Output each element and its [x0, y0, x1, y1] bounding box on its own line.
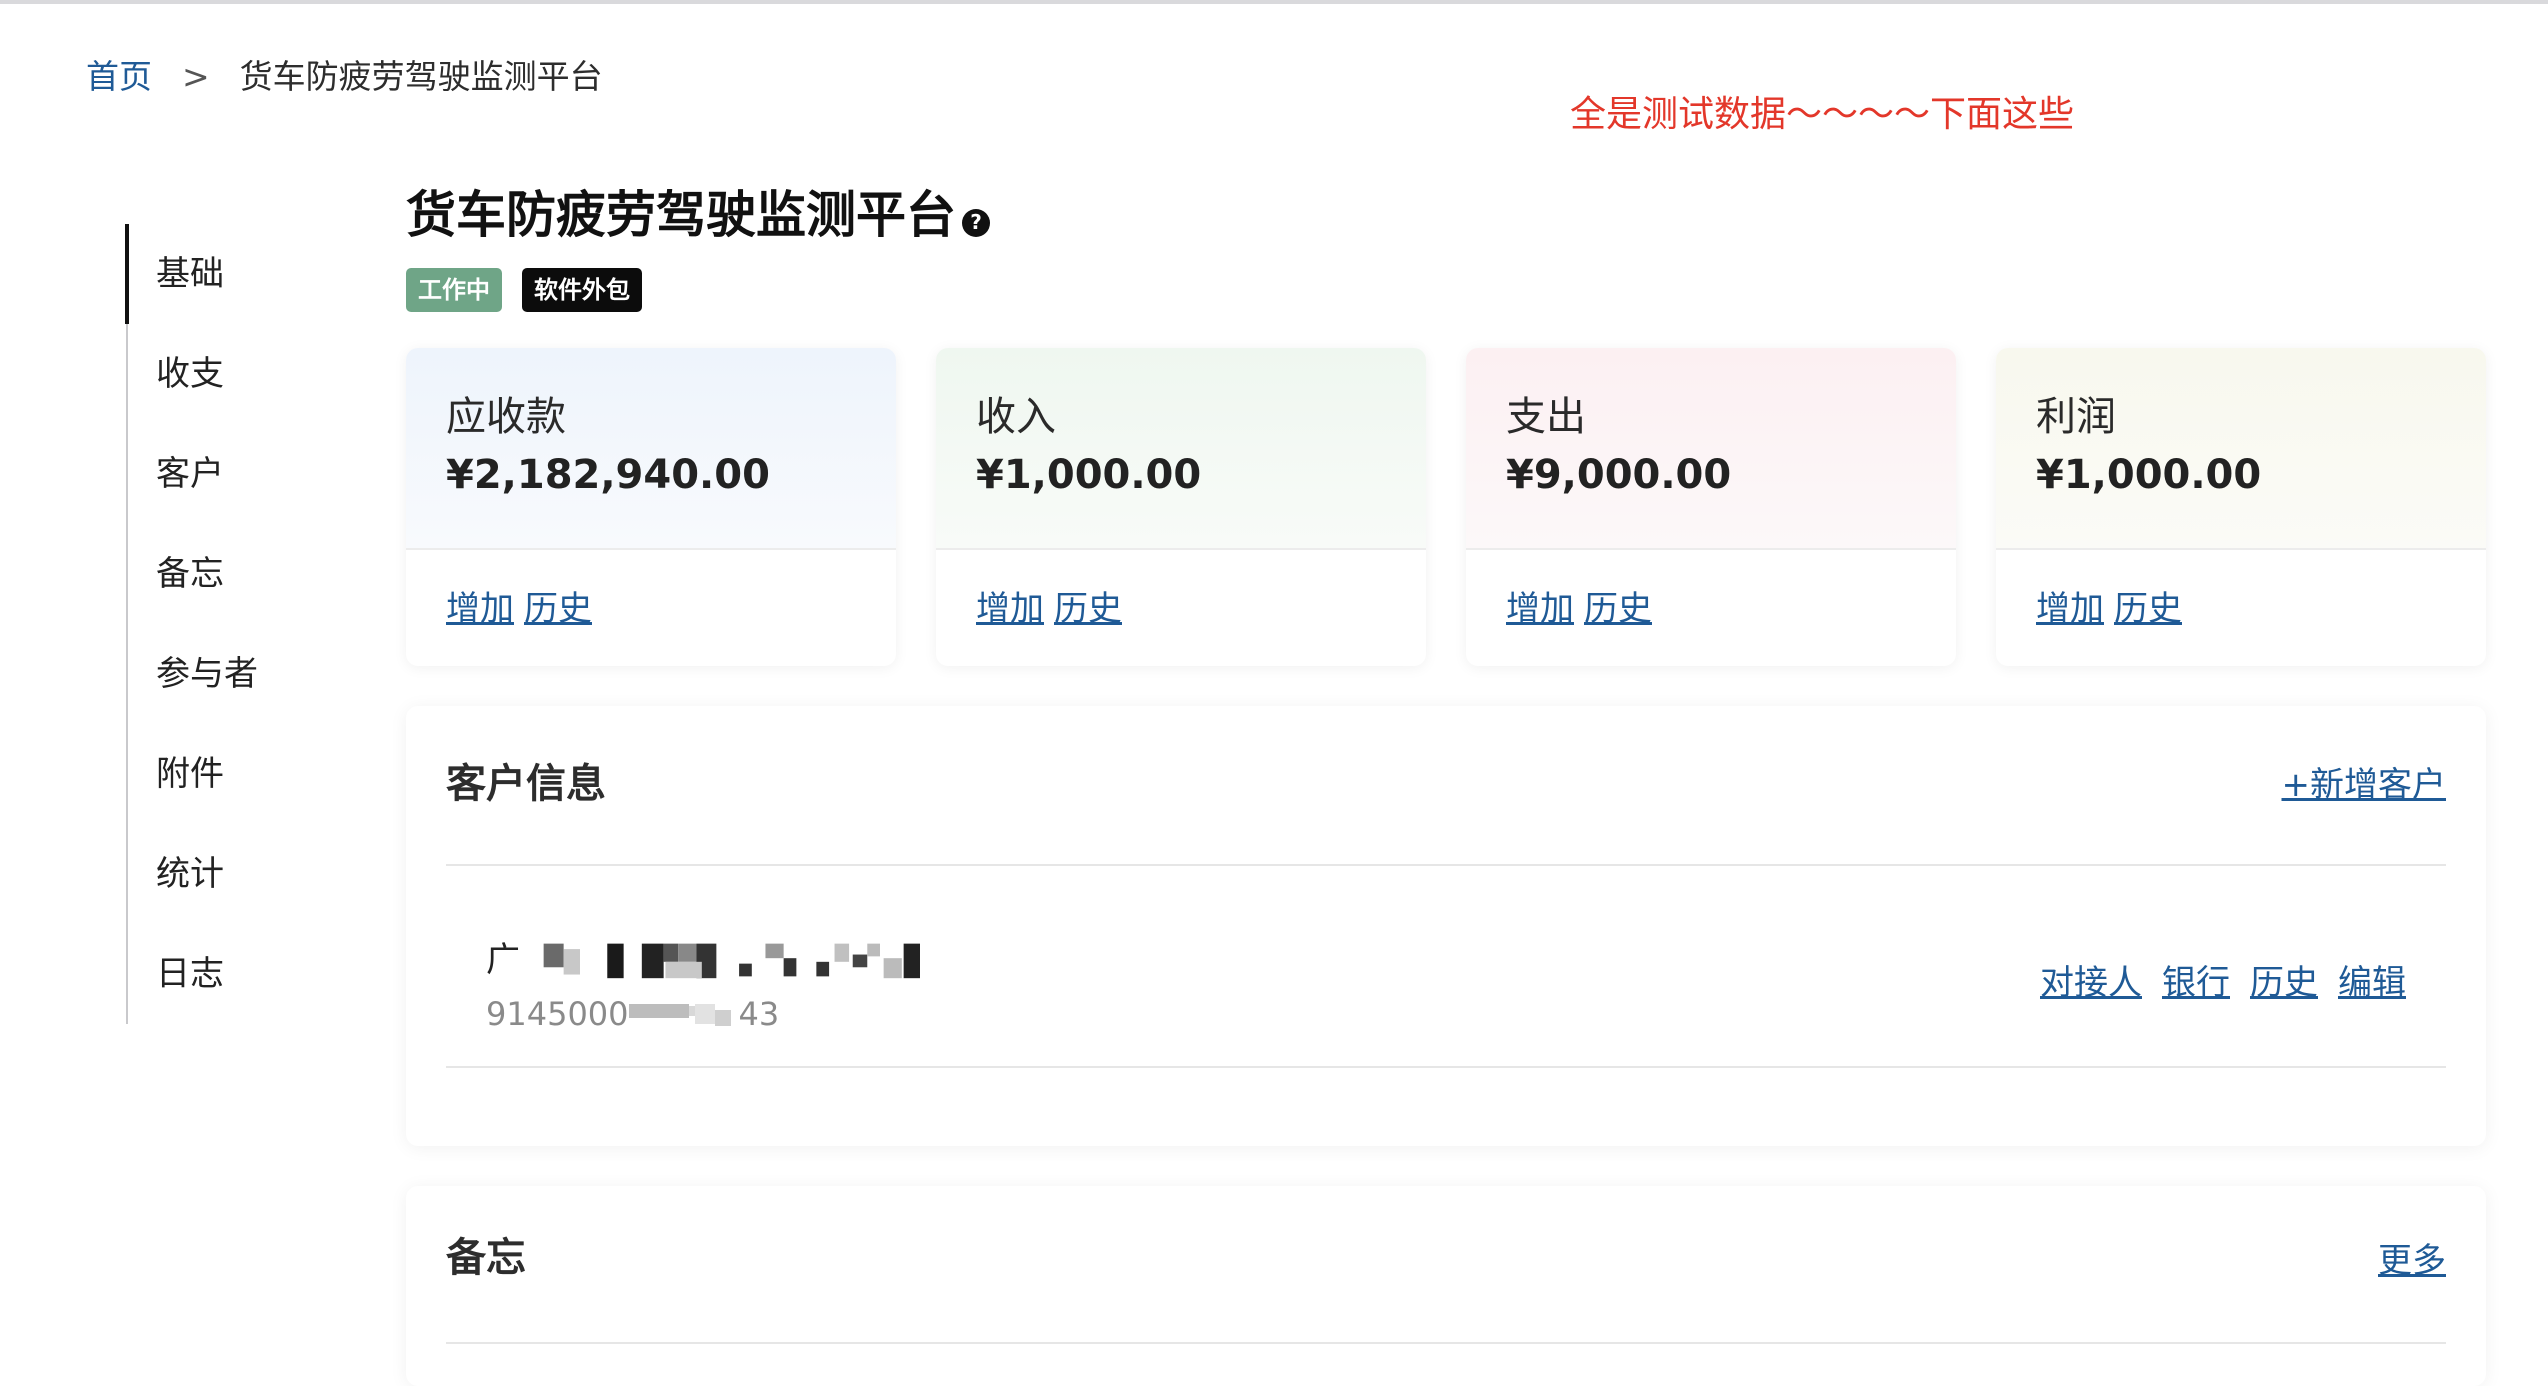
category-badge: 软件外包	[522, 268, 642, 312]
add-expense-link[interactable]: 增加	[1506, 586, 1574, 632]
active-indicator	[125, 224, 129, 324]
nav-item-participants[interactable]: 参与者	[156, 650, 258, 698]
card-actions: 增加 历史	[1466, 550, 1956, 632]
breadcrumb-home-link[interactable]: 首页	[86, 54, 152, 100]
card-amount: ¥1,000.00	[2036, 452, 2262, 498]
nav-item-basic[interactable]: 基础	[156, 250, 224, 298]
tag-list: 工作中 软件外包	[406, 268, 2486, 312]
customer-name-visible: 广	[486, 940, 520, 980]
nav-item-attachments[interactable]: 附件	[156, 750, 224, 798]
card-actions: 增加 历史	[1996, 550, 2486, 632]
help-icon[interactable]: ?	[962, 209, 990, 237]
tax-code-prefix: 9145000	[486, 995, 629, 1033]
redacted-code-mosaic	[628, 1004, 731, 1026]
edit-customer-link[interactable]: 编辑	[2338, 960, 2406, 1006]
income-history-link[interactable]: 历史	[1054, 586, 1122, 632]
redacted-name-mosaic	[543, 943, 920, 979]
panel-title: 备忘	[446, 1235, 526, 1281]
memo-panel: 备忘 更多	[406, 1186, 2486, 1386]
card-actions: 增加 历史	[936, 550, 1426, 632]
nav-item-customers[interactable]: 客户	[156, 450, 224, 498]
customer-panel: 客户信息 +新增客户 广 9145000 43 对接人 银行 历史 编辑	[406, 706, 2486, 1146]
section-nav: 基础 收支 客户 备忘 参与者 附件 统计 日志	[125, 224, 366, 1024]
nav-item-finance[interactable]: 收支	[156, 350, 224, 398]
nav-item-logs[interactable]: 日志	[156, 950, 224, 998]
card-label: 利润	[2036, 394, 2116, 440]
summary-cards: 应收款 ¥2,182,940.00 增加 历史 收入 ¥1,000.00 增加 …	[406, 348, 2486, 666]
card-amount: ¥1,000.00	[976, 452, 1202, 498]
nav-item-statistics[interactable]: 统计	[156, 850, 224, 898]
card-actions: 增加 历史	[406, 550, 896, 632]
card-amount: ¥9,000.00	[1506, 452, 1732, 498]
card-label: 支出	[1506, 394, 1586, 440]
title-row: 货车防疲劳驾驶监测平台 ?	[406, 180, 2486, 250]
page-title: 货车防疲劳驾驶监测平台	[406, 186, 956, 244]
card-profit: 利润 ¥1,000.00 增加 历史	[1996, 348, 2486, 666]
panel-header: 备忘 更多	[446, 1186, 2446, 1344]
status-badge: 工作中	[406, 268, 502, 312]
customer-history-link[interactable]: 历史	[2250, 960, 2318, 1006]
tax-code-suffix: 43	[738, 995, 780, 1033]
contact-person-link[interactable]: 对接人	[2040, 960, 2142, 1006]
breadcrumb-current: 货车防疲劳驾驶监测平台	[239, 57, 603, 96]
customer-row: 广 9145000 43 对接人 银行 历史 编辑	[446, 868, 2446, 1068]
add-receivable-link[interactable]: 增加	[446, 586, 514, 632]
card-label: 收入	[976, 394, 1056, 440]
add-income-link[interactable]: 增加	[976, 586, 1044, 632]
add-customer-link[interactable]: +新增客户	[2282, 762, 2447, 808]
bank-link[interactable]: 银行	[2162, 960, 2230, 1006]
breadcrumb-separator: >	[182, 57, 210, 96]
customer-tax-code: 9145000 43	[486, 992, 779, 1036]
customer-actions: 对接人 银行 历史 编辑	[2040, 960, 2406, 1006]
expense-history-link[interactable]: 历史	[1584, 586, 1652, 632]
card-receivable: 应收款 ¥2,182,940.00 增加 历史	[406, 348, 896, 666]
card-header: 收入 ¥1,000.00	[936, 348, 1426, 550]
card-income: 收入 ¥1,000.00 增加 历史	[936, 348, 1426, 666]
card-header: 支出 ¥9,000.00	[1466, 348, 1956, 550]
panel-title: 客户信息	[446, 761, 606, 807]
nav-item-memo[interactable]: 备忘	[156, 550, 224, 598]
receivable-history-link[interactable]: 历史	[524, 586, 592, 632]
top-border	[0, 0, 2548, 4]
add-profit-link[interactable]: 增加	[2036, 586, 2104, 632]
customer-name: 广	[486, 936, 1040, 984]
card-amount: ¥2,182,940.00	[446, 452, 770, 498]
card-label: 应收款	[446, 394, 566, 440]
project-main: 货车防疲劳驾驶监测平台 ? 工作中 软件外包 应收款 ¥2,182,940.00…	[406, 180, 2486, 1386]
card-expense: 支出 ¥9,000.00 增加 历史	[1466, 348, 1956, 666]
memo-more-link[interactable]: 更多	[2378, 1238, 2446, 1284]
profit-history-link[interactable]: 历史	[2114, 586, 2182, 632]
breadcrumb: 首页 > 货车防疲劳驾驶监测平台	[86, 54, 603, 100]
panel-header: 客户信息 +新增客户	[446, 706, 2446, 866]
card-header: 应收款 ¥2,182,940.00	[406, 348, 896, 550]
card-header: 利润 ¥1,000.00	[1996, 348, 2486, 550]
test-data-annotation: 全是测试数据～～～～下面这些	[1570, 94, 2075, 135]
